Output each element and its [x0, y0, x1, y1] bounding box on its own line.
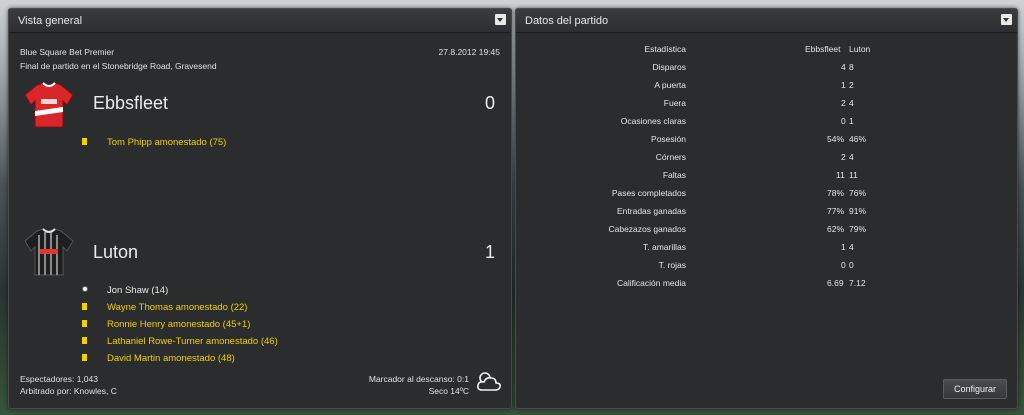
stat-label: Faltas [662, 170, 686, 180]
cloud-icon [477, 372, 501, 391]
match-data-header: Datos del partido [516, 9, 1017, 33]
goal-ball-icon [82, 286, 88, 292]
yellow-card-icon [82, 320, 87, 327]
stat-home-value: 0 [841, 116, 846, 126]
stat-away-value: 76% [849, 188, 867, 198]
stat-home-value: 4 [841, 62, 846, 72]
stat-home-value: 62% [827, 224, 845, 234]
attendance: Espectadores: 1,043 [20, 374, 98, 384]
away-event-0[interactable]: Jon Shaw (14) [107, 285, 168, 296]
yellow-card-icon [82, 138, 87, 145]
stat-home-value: 1 [841, 80, 846, 90]
stat-home-value: 1 [841, 242, 846, 252]
match-datetime: 27.8.2012 19:45 [438, 47, 500, 57]
referee[interactable]: Arbitrado por: Knowles, C [20, 386, 117, 396]
home-score: 0 [484, 93, 495, 113]
venue-line: Final de partido en el Stonebridge Road,… [20, 61, 217, 71]
stat-label: Pases completados [611, 188, 686, 198]
yellow-card-icon [82, 337, 87, 344]
stat-home-value: 6.69 [827, 278, 844, 288]
competition-name: Blue Square Bet Premier [20, 47, 115, 57]
stat-away-value: 46% [849, 134, 867, 144]
away-event-1[interactable]: Wayne Thomas amonestado (22) [107, 302, 247, 313]
stat-label: T. rojas [658, 260, 686, 270]
home-team-name[interactable]: Ebbsfleet [93, 93, 168, 114]
stat-home-value: 0 [841, 260, 846, 270]
stat-header-home: Ebbsfleet [805, 44, 841, 54]
overview-header: Vista general [9, 9, 511, 33]
stat-away-value: 8 [849, 62, 854, 72]
stat-label: Disparos [652, 62, 686, 72]
overview-title: Vista general [18, 15, 83, 27]
stat-away-value: 91% [849, 206, 867, 216]
stat-away-value: 4 [849, 242, 854, 252]
halftime-score: Marcador al descanso: 0:1 [368, 374, 469, 384]
stat-header-label: Estadística [644, 44, 686, 54]
stat-away-value: 4 [849, 98, 854, 108]
stat-away-value: 0 [849, 260, 854, 270]
stat-header-away: Luton [849, 44, 871, 54]
stat-away-value: 7.12 [849, 278, 866, 288]
away-event-2[interactable]: Ronnie Henry amonestado (45+1) [107, 319, 250, 330]
stat-label: T. amarillas [643, 242, 686, 252]
stat-away-value: 2 [849, 80, 854, 90]
stat-away-value: 79% [849, 224, 867, 234]
stat-home-value: 78% [827, 188, 845, 198]
stat-home-value: 2 [841, 152, 846, 162]
stat-label: Córners [655, 152, 686, 162]
yellow-card-icon [82, 303, 87, 310]
configure-button[interactable]: Configurar [943, 379, 1007, 399]
stat-away-value: 11 [849, 170, 858, 180]
yellow-card-icon [82, 354, 87, 361]
home-shirt-icon [24, 82, 74, 128]
weather-text: Seco 14ºC [428, 386, 469, 396]
away-event-4[interactable]: David Martin amonestado (48) [107, 353, 235, 364]
match-data-panel: Datos del partido Estadística Ebbsfleet … [515, 8, 1018, 409]
stat-home-value: 11 [836, 170, 845, 180]
stat-label: Calificación media [617, 278, 686, 288]
stat-away-value: 4 [849, 152, 854, 162]
stat-home-value: 54% [827, 134, 845, 144]
stat-away-value: 1 [849, 116, 854, 126]
away-score: 1 [484, 242, 495, 262]
away-event-3[interactable]: Lathaniel Rowe-Turner amonestado (46) [107, 336, 278, 347]
stat-home-value: 2 [841, 98, 846, 108]
match-data-dropdown-icon[interactable] [1001, 14, 1012, 25]
stat-label: Cabezazos ganados [608, 224, 686, 234]
overview-dropdown-icon[interactable] [495, 14, 506, 25]
stat-home-value: 77% [827, 206, 845, 216]
stat-label: Ocasiones claras [620, 116, 686, 126]
overview-panel: Vista general Blue Square Bet Premier 27… [8, 8, 512, 409]
stat-label: Fuera [663, 98, 686, 108]
home-event-0[interactable]: Tom Phipp amonestado (75) [107, 137, 226, 148]
away-team-name[interactable]: Luton [93, 242, 138, 263]
away-shirt-icon [24, 228, 74, 276]
stat-label: Posesión [651, 134, 686, 144]
match-data-title: Datos del partido [525, 15, 609, 27]
stat-label: Entradas ganadas [617, 206, 686, 216]
stat-label: A puerta [654, 80, 686, 90]
